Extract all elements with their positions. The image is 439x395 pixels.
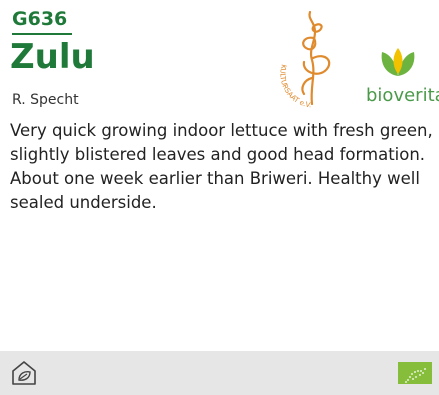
breeder-name: R. Specht: [12, 92, 79, 108]
bioverita-logo-text: bioverita: [366, 85, 439, 106]
product-description: Very quick growing indoor lettuce with f…: [10, 121, 433, 212]
bioverita-flower-icon: [381, 48, 415, 76]
eu-organic-leaf-icon: [398, 362, 432, 384]
code-underline: [12, 33, 72, 35]
footer-bar: [0, 351, 439, 395]
product-code: G636: [12, 8, 68, 30]
bioverita-logo: bioverita: [366, 44, 439, 108]
greenhouse-leaf-icon: [10, 359, 38, 387]
kultursaat-logo: KULTURSAAT e.V.: [274, 8, 354, 109]
product-name: Zulu: [10, 37, 95, 77]
kultursaat-logo-icon: KULTURSAAT e.V.: [278, 10, 331, 109]
